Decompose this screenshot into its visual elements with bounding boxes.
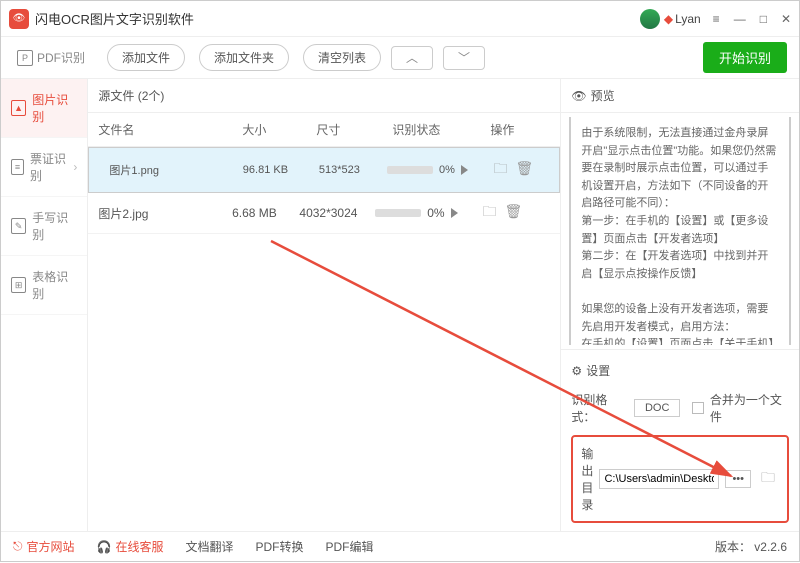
output-box: 输出目录 ••• 🗀 xyxy=(571,435,789,523)
chevron-right-icon: › xyxy=(73,160,77,174)
col-status: 识别状态 xyxy=(366,113,466,146)
col-name: 文件名 xyxy=(88,113,218,146)
menu-icon[interactable]: ≡ xyxy=(713,12,720,26)
merge-label: 合并为一个文件 xyxy=(710,391,789,425)
format-select[interactable]: DOC xyxy=(634,399,680,417)
start-button[interactable]: 开始识别 xyxy=(703,42,787,73)
gem-icon: ◆ xyxy=(664,12,673,26)
cell-name: 图片2.jpg xyxy=(88,197,218,230)
col-dim: 尺寸 xyxy=(290,113,366,146)
app-title: 闪电OCR图片文字识别软件 xyxy=(35,9,640,28)
sidebar-label: 手写识别 xyxy=(32,209,77,243)
headset-icon: 🎧 xyxy=(97,540,112,554)
move-down-button[interactable]: ﹀ xyxy=(443,46,485,70)
col-action: 操作 xyxy=(466,113,538,146)
settings-title: 设置 xyxy=(586,362,610,379)
invoice-icon: ≡ xyxy=(11,159,24,175)
progress-bar xyxy=(375,209,421,217)
delete-icon[interactable]: 🗑 xyxy=(516,160,534,176)
table-icon: ⊞ xyxy=(11,277,26,293)
footer-website[interactable]: ⎋官方网站 xyxy=(13,538,75,555)
close-icon[interactable]: ✕ xyxy=(781,12,791,26)
cell-size: 96.81 KB xyxy=(229,156,301,184)
merge-checkbox[interactable] xyxy=(692,402,703,414)
cell-dim: 513*523 xyxy=(301,156,377,184)
tab-pdf-label: PDF识别 xyxy=(37,49,85,66)
sidebar-item-invoice[interactable]: ≡ 票证识别 › xyxy=(1,138,87,197)
table-header: 文件名 大小 尺寸 识别状态 操作 xyxy=(88,113,560,147)
maximize-icon[interactable]: □ xyxy=(760,12,767,26)
app-logo: 👁 xyxy=(9,9,29,29)
username[interactable]: Lyan xyxy=(675,12,701,26)
folder-icon[interactable]: 🗀 xyxy=(494,160,508,176)
handwrite-icon: ✎ xyxy=(11,218,26,234)
eye-icon: 👁 xyxy=(571,89,586,103)
browse-button[interactable]: ••• xyxy=(725,470,751,488)
footer-support[interactable]: 🎧在线客服 xyxy=(97,538,164,555)
progress-bar xyxy=(387,166,433,174)
add-folder-button[interactable]: 添加文件夹 xyxy=(199,44,289,71)
filelist-heading: 源文件 (2个) xyxy=(88,79,560,113)
preview-body: 由于系统限制，无法直接通过金舟录屏开启"显示点击位置"功能。如果您仍然需要在录制… xyxy=(569,117,791,345)
table-row[interactable]: 图片1.png 96.81 KB 513*523 0% 🗀 🗑 xyxy=(88,147,560,193)
pdf-icon: P xyxy=(17,50,33,66)
open-folder-icon[interactable]: 🗀 xyxy=(761,467,775,491)
version-label: 版本： v2.2.6 xyxy=(715,538,787,555)
sidebar-label: 图片识别 xyxy=(32,91,77,125)
move-up-button[interactable]: ︿ xyxy=(391,46,433,70)
footer-pdfconv[interactable]: PDF转换 xyxy=(256,538,304,555)
sidebar-item-image[interactable]: ▲ 图片识别 xyxy=(1,79,87,138)
sidebar-item-table[interactable]: ⊞ 表格识别 xyxy=(1,256,87,315)
output-path-input[interactable] xyxy=(599,469,719,489)
footer-doctrans[interactable]: 文档翻译 xyxy=(185,538,233,555)
clear-list-button[interactable]: 清空列表 xyxy=(303,44,381,71)
table-row[interactable]: 图片2.jpg 6.68 MB 4032*3024 0% 🗀 🗑 xyxy=(88,193,560,234)
sidebar-label: 票证识别 xyxy=(30,150,67,184)
cell-name: 图片1.png xyxy=(99,154,229,186)
image-icon: ▲ xyxy=(11,100,26,116)
add-file-button[interactable]: 添加文件 xyxy=(107,44,185,71)
progress-pct: 0% xyxy=(439,164,455,176)
avatar[interactable] xyxy=(640,9,660,29)
progress-pct: 0% xyxy=(427,206,444,220)
col-size: 大小 xyxy=(218,113,290,146)
play-icon[interactable] xyxy=(451,208,458,218)
cell-size: 6.68 MB xyxy=(218,198,290,228)
delete-icon[interactable]: 🗑 xyxy=(505,203,523,219)
gear-icon: ⚙ xyxy=(571,364,582,378)
cell-dim: 4032*3024 xyxy=(290,198,366,228)
export-icon: ⎋ xyxy=(13,539,23,554)
preview-title: 预览 xyxy=(591,87,615,104)
tab-pdf[interactable]: P PDF识别 xyxy=(9,49,93,66)
play-icon[interactable] xyxy=(461,165,468,175)
folder-icon[interactable]: 🗀 xyxy=(483,203,497,219)
format-label: 识别格式： xyxy=(571,391,628,425)
sidebar-item-handwrite[interactable]: ✎ 手写识别 xyxy=(1,197,87,256)
output-label: 输出目录 xyxy=(581,445,593,513)
sidebar-label: 表格识别 xyxy=(32,268,77,302)
footer-pdfedit[interactable]: PDF编辑 xyxy=(326,538,374,555)
minimize-icon[interactable]: — xyxy=(734,12,746,26)
